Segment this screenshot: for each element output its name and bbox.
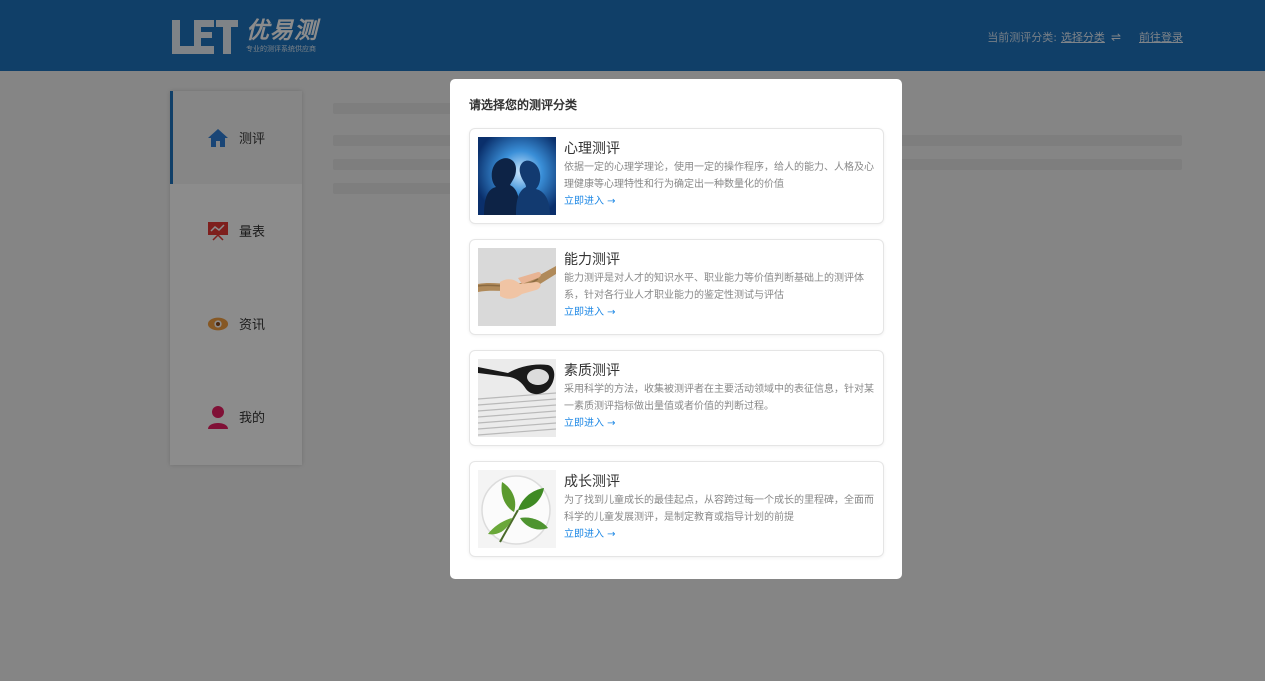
card-title: 素质测评 [564, 363, 620, 379]
category-card-ability[interactable]: 能力测评 能力测评是对人才的知识水平、职业能力等价值判断基础上的测评体系，针对各… [469, 239, 884, 335]
psychology-image [478, 137, 556, 215]
card-description: 采用科学的方法，收集被测评者在主要活动领域中的表征信息，针对某一素质测评指标做出… [564, 384, 874, 412]
card-description: 能力测评是对人才的知识水平、职业能力等价值判断基础上的测评体系，针对各行业人才职… [564, 273, 864, 301]
category-card-growth[interactable]: 成长测评 为了找到儿童成长的最佳起点，从容跨过每一个成长的里程碑，全面而科学的儿… [469, 461, 884, 557]
card-title: 成长测评 [564, 474, 620, 490]
card-description: 为了找到儿童成长的最佳起点，从容跨过每一个成长的里程碑，全面而科学的儿童发展测评… [564, 495, 874, 523]
growth-image [478, 470, 556, 548]
category-modal: 请选择您的测评分类 心理测评 依据一定的心理学理论，使用一定的操作程序，给人的能… [450, 79, 902, 579]
enter-link[interactable]: 立即进入 → [564, 527, 876, 543]
enter-link[interactable]: 立即进入 → [564, 194, 876, 210]
enter-link[interactable]: 立即进入 → [564, 416, 876, 432]
card-title: 能力测评 [564, 252, 620, 268]
enter-link[interactable]: 立即进入 → [564, 305, 876, 321]
card-title: 心理测评 [564, 141, 620, 157]
category-card-quality[interactable]: 素质测评 采用科学的方法，收集被测评者在主要活动领域中的表征信息，针对某一素质测… [469, 350, 884, 446]
card-description: 依据一定的心理学理论，使用一定的操作程序，给人的能力、人格及心理健康等心理特性和… [564, 162, 874, 190]
ability-image [478, 248, 556, 326]
modal-title: 请选择您的测评分类 [469, 98, 578, 112]
category-card-psychology[interactable]: 心理测评 依据一定的心理学理论，使用一定的操作程序，给人的能力、人格及心理健康等… [469, 128, 884, 224]
quality-image [478, 359, 556, 437]
